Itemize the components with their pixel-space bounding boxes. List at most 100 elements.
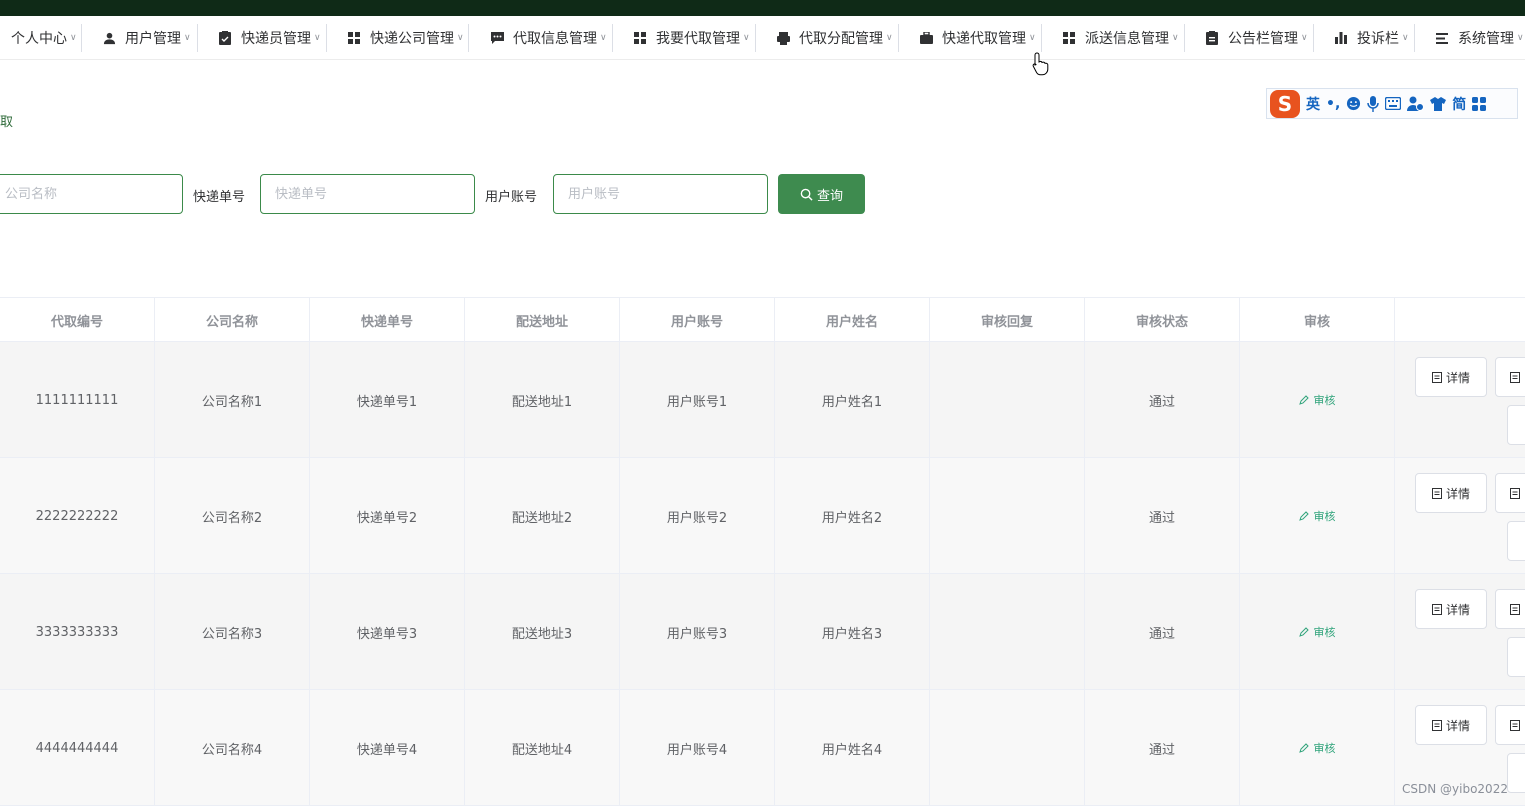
menu-item-delivery-info-management[interactable]: 派送信息管理 ∨ (1062, 16, 1184, 60)
delete-button[interactable] (1507, 521, 1525, 561)
table-row[interactable]: 4444444444 公司名称4 快递单号4 配送地址4 用户账号4 用户姓名4… (0, 690, 1525, 806)
menu-separator (1414, 24, 1415, 52)
audit-link-label: 审核 (1313, 742, 1336, 755)
table-cell: 快递单号1 (310, 342, 465, 458)
emoji-icon[interactable] (1346, 96, 1361, 111)
table-cell: 用户账号2 (620, 458, 775, 574)
menu-item-user-management[interactable]: 用户管理 ∨ (102, 16, 198, 60)
user-settings-icon[interactable] (1407, 96, 1425, 111)
user-icon (102, 31, 116, 45)
detail-button[interactable]: 详情 (1415, 473, 1487, 513)
column-header[interactable]: 审核 (1240, 298, 1395, 343)
edit-icon (1298, 395, 1309, 405)
menu-separator (1313, 24, 1314, 52)
document-icon (1510, 371, 1520, 383)
chevron-down-icon: ∨ (314, 33, 321, 43)
ime-lang-toggle[interactable]: 英 (1306, 94, 1320, 114)
skin-icon[interactable] (1430, 96, 1447, 111)
keyboard-icon[interactable] (1385, 97, 1402, 110)
edit-button[interactable] (1495, 705, 1525, 745)
table-cell: 用户姓名1 (775, 342, 930, 458)
table-cell: 用户姓名3 (775, 574, 930, 690)
audit-link[interactable]: 审核 (1298, 508, 1336, 524)
menu-separator (1041, 24, 1042, 52)
column-header[interactable]: 代取编号 (0, 298, 155, 343)
user-account-input[interactable] (553, 174, 768, 214)
chevron-down-icon: ∨ (184, 33, 191, 43)
ime-simplified-toggle[interactable]: 简 (1452, 94, 1466, 114)
clipboard-icon (218, 31, 232, 45)
menu-separator (898, 24, 899, 52)
tracking-number-input[interactable] (260, 174, 475, 214)
edit-button[interactable] (1495, 357, 1525, 397)
table-cell: 公司名称2 (155, 458, 310, 574)
table-row[interactable]: 3333333333 公司名称3 快递单号3 配送地址3 用户账号3 用户姓名3… (0, 574, 1525, 690)
query-button[interactable]: 查询 (778, 174, 865, 214)
menu-item-system-management[interactable]: 系统管理 ∨ (1435, 16, 1525, 60)
watermark: CSDN @yibo2022 (1402, 782, 1508, 796)
menu-item-personal-center[interactable]: 个人中心 ∨ (11, 16, 81, 60)
table-cell: 用户账号1 (620, 342, 775, 458)
table-cell: 配送地址4 (465, 690, 620, 806)
menu-item-label: 投诉栏 (1357, 31, 1399, 47)
audit-cell: 审核 (1240, 342, 1395, 458)
chevron-down-icon: ∨ (1517, 33, 1524, 43)
ime-punctuation-toggle[interactable]: •, (1326, 96, 1340, 112)
detail-button-label: 详情 (1445, 718, 1470, 733)
table-row[interactable]: 2222222222 公司名称2 快递单号2 配送地址2 用户账号2 用户姓名2… (0, 458, 1525, 574)
column-header[interactable]: 公司名称 (155, 298, 310, 343)
menu-item-label: 快递员管理 (241, 31, 311, 47)
menu-item-courier-management[interactable]: 快递员管理 ∨ (218, 16, 326, 60)
menu-item-bulletin-management[interactable]: 公告栏管理 ∨ (1205, 16, 1313, 60)
document-icon (1510, 719, 1520, 731)
query-button-label: 查询 (816, 188, 843, 204)
detail-button[interactable]: 详情 (1415, 589, 1487, 629)
ime-toolbar: S 英 •, 简 (1266, 88, 1518, 119)
delete-button[interactable] (1507, 405, 1525, 445)
table-cell (930, 458, 1085, 574)
sogou-logo-icon[interactable]: S (1270, 89, 1300, 118)
table-cell: 4444444444 (0, 690, 155, 806)
table-cell: 快递单号2 (310, 458, 465, 574)
status-cell: 通过 (1085, 690, 1240, 806)
menu-item-label: 代取信息管理 (513, 31, 597, 47)
edit-button[interactable] (1495, 589, 1525, 629)
detail-button[interactable]: 详情 (1415, 705, 1487, 745)
breadcrumb[interactable]: 取 (0, 111, 13, 130)
column-header[interactable]: 用户账号 (620, 298, 775, 343)
menu-item-label: 我要代取管理 (656, 31, 740, 47)
toolbox-grid-icon[interactable] (1472, 96, 1487, 111)
delete-button[interactable] (1507, 753, 1525, 793)
audit-link[interactable]: 审核 (1298, 624, 1336, 640)
audit-link[interactable]: 审核 (1298, 392, 1336, 408)
menu-item-pickup-info-management[interactable]: 代取信息管理 ∨ (490, 16, 612, 60)
menu-separator (612, 24, 613, 52)
column-header[interactable]: 审核状态 (1085, 298, 1240, 343)
column-header[interactable]: 用户姓名 (775, 298, 930, 343)
menu-item-express-pickup-management[interactable]: 快递代取管理 ∨ (919, 16, 1041, 60)
column-header[interactable]: 配送地址 (465, 298, 620, 343)
column-header[interactable]: 审核回复 (930, 298, 1085, 343)
document-icon (1510, 487, 1520, 499)
table-cell: 用户账号4 (620, 690, 775, 806)
detail-button[interactable]: 详情 (1415, 357, 1487, 397)
microphone-icon[interactable] (1367, 95, 1380, 112)
menu-item-company-management[interactable]: 快递公司管理 ∨ (347, 16, 468, 60)
document-icon (1510, 603, 1520, 615)
column-header[interactable]: 快递单号 (310, 298, 465, 343)
menu-item-complaints[interactable]: 投诉栏 ∨ (1334, 16, 1414, 60)
delete-button[interactable] (1507, 637, 1525, 677)
table-row[interactable]: 1111111111 公司名称1 快递单号1 配送地址1 用户账号1 用户姓名1… (0, 342, 1525, 458)
menu-separator (468, 24, 469, 52)
menu-separator (755, 24, 756, 52)
menu-separator (326, 24, 327, 52)
status-cell: 通过 (1085, 342, 1240, 458)
table-header: 代取编号 公司名称 快递单号 配送地址 用户账号 用户姓名 审核回复 审核状态 … (0, 297, 1525, 343)
table-cell: 公司名称3 (155, 574, 310, 690)
company-name-input[interactable] (0, 174, 183, 214)
audit-link[interactable]: 审核 (1298, 740, 1336, 756)
menu-item-my-pickup-management[interactable]: 我要代取管理 ∨ (633, 16, 755, 60)
menu-item-pickup-assignment-management[interactable]: 代取分配管理 ∨ (776, 16, 898, 60)
audit-link-label: 审核 (1313, 626, 1336, 639)
edit-button[interactable] (1495, 473, 1525, 513)
